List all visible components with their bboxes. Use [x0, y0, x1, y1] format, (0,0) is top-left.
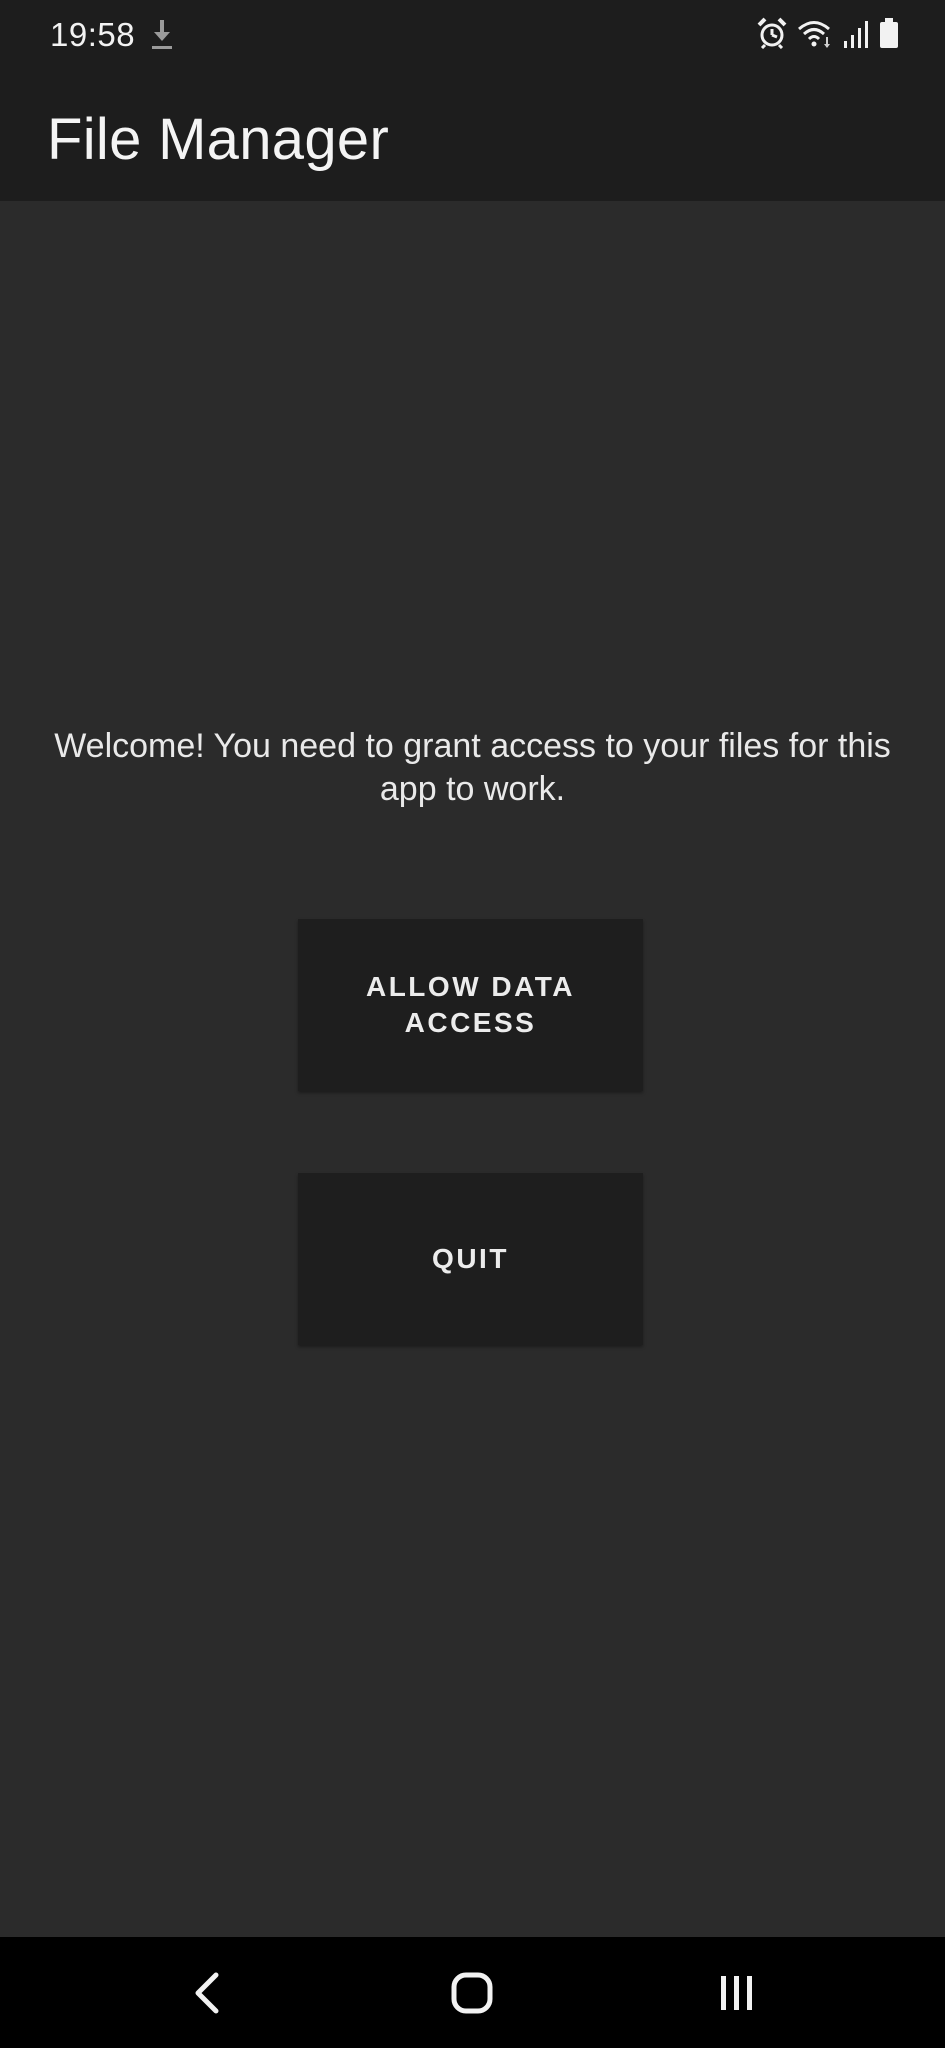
app-title: File Manager [47, 107, 390, 172]
allow-data-access-button[interactable]: ALLOW DATA ACCESS [298, 919, 643, 1091]
wifi-icon [797, 19, 833, 54]
back-icon[interactable] [177, 1965, 237, 2021]
battery-icon [879, 17, 899, 54]
status-time: 19:58 [50, 16, 136, 53]
screen: 19:58 File Manager Welcome! You need to … [0, 0, 945, 2048]
alarm-icon [757, 17, 787, 54]
status-bar: 19:58 [0, 0, 945, 72]
navigation-bar [0, 1937, 945, 2048]
home-icon[interactable] [442, 1965, 502, 2021]
welcome-message: Welcome! You need to grant access to you… [54, 727, 891, 808]
allow-data-access-label: ALLOW DATA ACCESS [365, 971, 576, 1038]
quit-label: QUIT [432, 1243, 509, 1274]
status-icons [757, 17, 899, 54]
signal-icon [843, 19, 869, 54]
main-content: Welcome! You need to grant access to you… [0, 201, 945, 1937]
download-icon [150, 18, 174, 52]
quit-button[interactable]: QUIT [298, 1173, 643, 1345]
app-bar: File Manager [0, 72, 945, 201]
recents-icon[interactable] [707, 1965, 767, 2021]
